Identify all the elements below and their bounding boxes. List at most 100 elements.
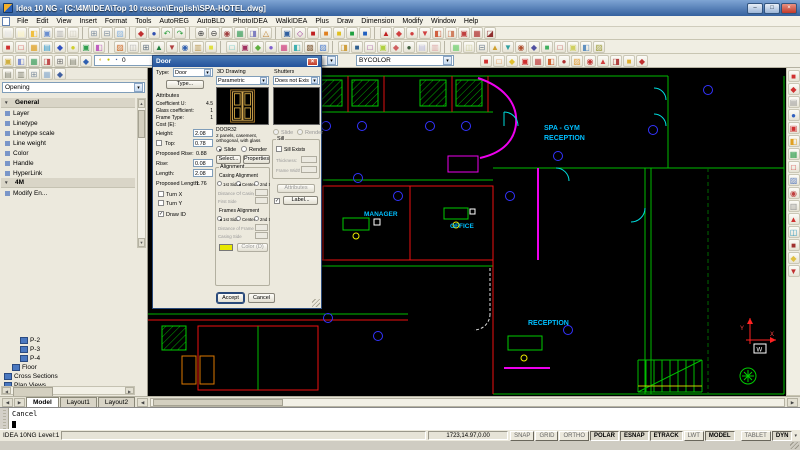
toolbar-icon[interactable]: ◉ (221, 27, 233, 39)
toolbar-icon[interactable]: ■ (480, 55, 492, 67)
menu-item[interactable]: Edit (32, 16, 52, 27)
scroll-track[interactable] (138, 108, 145, 238)
toolbar-icon[interactable]: ▩ (304, 41, 316, 53)
toolbar-icon[interactable]: ◉ (788, 187, 800, 199)
toolbar-icon[interactable]: ▥ (192, 41, 204, 53)
menu-item[interactable]: AutoREG (155, 16, 193, 27)
plotstyle-combo[interactable]: BYCOLOR ▾ (356, 55, 454, 66)
status-toggle-button[interactable]: LWT (684, 431, 704, 441)
toolbar-icon[interactable]: ▤ (67, 55, 79, 67)
slide-radio[interactable] (216, 146, 222, 152)
toolbar-icon[interactable]: ↶ (161, 27, 173, 39)
toolbar-icon[interactable]: ◨ (338, 41, 350, 53)
toolbar-icon[interactable]: ◧ (432, 27, 444, 39)
menu-item[interactable]: WalkIDEA (272, 16, 312, 27)
menu-item[interactable]: Window (427, 16, 460, 27)
close-button[interactable]: × (781, 3, 797, 14)
render-radio[interactable] (241, 146, 247, 152)
toolbar-icon[interactable]: ◧ (291, 41, 303, 53)
status-toggle-button[interactable]: ORTHO (559, 431, 589, 441)
command-grip[interactable] (0, 408, 9, 429)
toolbar-icon[interactable]: ● (558, 55, 570, 67)
toolbar-icon[interactable]: ▨ (317, 41, 329, 53)
toolbar-icon[interactable]: ● (788, 109, 800, 121)
toolbar-icon[interactable]: ▦ (532, 55, 544, 67)
toolbar-icon[interactable]: ▨ (788, 174, 800, 186)
toolbar-icon[interactable]: ▲ (788, 213, 800, 225)
dialog-title-bar[interactable]: Door × (153, 56, 321, 67)
toolbar-icon[interactable]: ▪ (113, 57, 120, 65)
tree-item[interactable]: Cross Sections (1, 372, 135, 381)
toolbar-icon[interactable]: ◆ (252, 41, 264, 53)
door-type-combo[interactable]: Door ▾ (173, 68, 213, 77)
toolbar-icon[interactable]: ◆ (788, 83, 800, 95)
toolbar-icon[interactable]: ▣ (788, 122, 800, 134)
menu-item[interactable]: Plus (311, 16, 333, 27)
frames-1st-side-radio[interactable] (217, 216, 222, 221)
toolbar-icon[interactable]: □ (364, 41, 376, 53)
toolbar-icon[interactable]: ▣ (2, 55, 14, 67)
turn-y-checkbox[interactable] (158, 200, 164, 206)
toolbar-icon[interactable]: ▼ (166, 41, 178, 53)
toolbar-icon[interactable]: ◨ (41, 55, 53, 67)
dropdown-arrow-icon[interactable]: ▾ (327, 56, 336, 65)
toolbar-icon[interactable]: ● (403, 41, 415, 53)
draw-id-checkbox[interactable]: ✓ (158, 211, 164, 217)
tab-scroll-left-icon[interactable]: ◀ (2, 398, 13, 407)
scroll-thumb[interactable] (138, 110, 145, 138)
status-toggle-button[interactable]: MODEL (705, 431, 735, 441)
status-toggle-button[interactable]: ESNAP (620, 431, 649, 441)
label-button[interactable]: Label... (283, 196, 318, 205)
toolbar-icon[interactable]: ⊖ (208, 27, 220, 39)
length-field[interactable]: 2.08 (193, 169, 213, 177)
menu-item[interactable]: Dimension (357, 16, 398, 27)
toolbar-icon[interactable]: ● (265, 41, 277, 53)
toolbar-icon[interactable]: ▲ (153, 41, 165, 53)
toolbar-icon[interactable]: ◆ (54, 68, 66, 80)
maximize-button[interactable]: □ (764, 3, 780, 14)
toolbar-icon[interactable]: ⊞ (88, 27, 100, 39)
toolbar-icon[interactable]: ■ (359, 27, 371, 39)
toolbar-icon[interactable]: ▨ (571, 55, 583, 67)
toolbar-icon[interactable]: ▣ (80, 41, 92, 53)
toolbar-icon[interactable]: ■ (2, 41, 14, 53)
toolbar-icon[interactable]: ◉ (179, 41, 191, 53)
toolbar-icon[interactable]: ◧ (15, 55, 27, 67)
toolbar-icon[interactable]: ▤ (788, 96, 800, 108)
status-menu-arrow-icon[interactable]: ▾ (794, 433, 797, 439)
scroll-thumb[interactable] (153, 399, 283, 406)
toolbar-icon[interactable]: ▤ (2, 27, 14, 39)
menu-item[interactable]: Modify (398, 16, 427, 27)
toolbar-icon[interactable]: ▲ (380, 27, 392, 39)
toolbar-icon[interactable]: □ (493, 55, 505, 67)
toolbar-icon[interactable]: ◆ (788, 252, 800, 264)
toolbar-icon[interactable]: ▣ (41, 27, 53, 39)
toolbar-icon[interactable]: ◧ (580, 41, 592, 53)
property-row[interactable]: HyperLink (1, 168, 135, 178)
object-type-combo[interactable]: Opening ▾ (2, 82, 145, 93)
status-toggle-button[interactable]: SNAP (510, 431, 534, 441)
door-preview[interactable] (216, 87, 269, 125)
tree-item[interactable]: Floor (1, 363, 135, 372)
toolbar-icon[interactable]: ▦ (788, 148, 800, 160)
color-button[interactable]: Color (D) (237, 243, 268, 252)
toolbar-icon[interactable]: ▦ (278, 41, 290, 53)
label-checkbox[interactable]: ✓ (274, 198, 280, 204)
toolbar-icon[interactable]: ▦ (41, 68, 53, 80)
frames-center-radio[interactable] (236, 216, 241, 221)
toolbar-icon[interactable]: ▥ (788, 200, 800, 212)
toolbar-icon[interactable]: △ (260, 27, 272, 39)
hscroll-left-icon[interactable]: ◀ (137, 398, 148, 407)
toolbar-icon[interactable]: ▦ (450, 41, 462, 53)
toolbar-icon[interactable]: ▣ (458, 27, 470, 39)
cancel-button[interactable]: Cancel (248, 293, 275, 303)
toolbar-icon[interactable]: ◨ (610, 55, 622, 67)
toolbar-icon[interactable]: ◫ (67, 27, 79, 39)
toolbar-icon[interactable]: ▣ (377, 41, 389, 53)
turn-x-checkbox[interactable] (158, 191, 164, 197)
property-row[interactable]: Modify En... (1, 188, 135, 198)
toolbar-icon[interactable]: ■ (205, 41, 217, 53)
door-color-swatch[interactable] (219, 244, 233, 251)
select-button[interactable]: Select... (216, 155, 241, 164)
layout-tab[interactable]: Layout1 (60, 397, 97, 407)
